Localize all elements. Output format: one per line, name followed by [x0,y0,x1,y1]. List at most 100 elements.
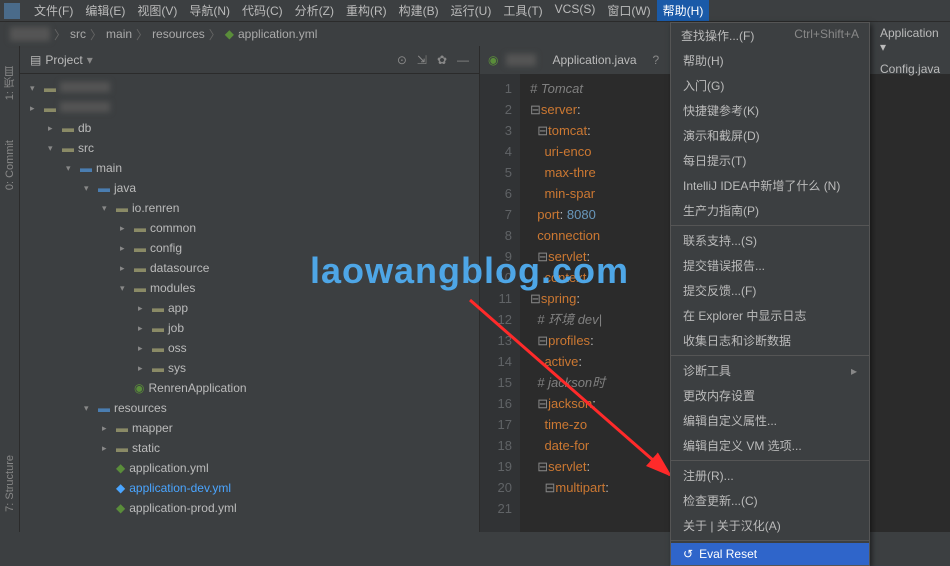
rail-structure[interactable]: 7: Structure [4,455,16,512]
menu-item[interactable]: 视图(V) [131,0,183,21]
folder-icon: ▬ [44,101,56,115]
tree-row[interactable]: ▾▬ [20,78,479,98]
chevron-right-icon: 〉 [54,26,66,43]
help-item-label: 更改内存设置 [683,387,755,404]
help-item[interactable]: 提交错误报告... [671,253,869,278]
gear-icon[interactable]: ✿ [437,53,447,67]
chevron-down-icon[interactable]: ▾ [87,53,93,67]
tree-row[interactable]: ▸▬sys [20,358,479,378]
chevron-icon: ▸ [30,103,40,114]
folder-icon: ▬ [116,201,128,215]
menu-item[interactable]: 工具(T) [497,0,548,21]
tree-row[interactable]: ▸▬job [20,318,479,338]
folder-icon: ▬ [134,261,146,275]
chevron-icon: ▾ [102,203,112,214]
folder-icon: ▬ [152,301,164,315]
tree-label: oss [168,341,187,355]
tree-row[interactable]: ▾▬main [20,158,479,178]
menu-item[interactable]: 窗口(W) [601,0,656,21]
tree-row[interactable]: ▸▬app [20,298,479,318]
crumb[interactable]: resources [152,27,205,41]
tab-application[interactable]: Application.java [544,49,644,71]
menu-item[interactable]: 运行(U) [445,0,498,21]
help-item[interactable]: IntelliJ IDEA中新增了什么 (N) [671,173,869,198]
tree-label: db [78,121,91,135]
tree-label: resources [114,401,167,415]
tree-row[interactable]: ▸▬common [20,218,479,238]
help-search[interactable]: 查找操作...(F) [681,27,754,44]
help-item[interactable]: 编辑自定义 VM 选项... [671,433,869,458]
menu-item[interactable]: 代码(C) [236,0,289,21]
menu-item[interactable]: 导航(N) [183,0,236,21]
help-item[interactable]: 演示和截屏(D) [671,123,869,148]
breadcrumb-root [10,27,50,41]
rail-project[interactable]: 1: 项目 [2,66,18,100]
tree-row[interactable]: ▾▬src [20,138,479,158]
chevron-icon: ▸ [138,343,148,354]
rail-commit[interactable]: 0: Commit [4,140,16,190]
help-item[interactable]: 快捷键参考(K) [671,98,869,123]
help-item-label: 提交反馈...(F) [683,282,756,299]
help-item[interactable]: 收集日志和诊断数据 [671,328,869,353]
help-shortcut: Ctrl+Shift+A [794,27,859,44]
help-item[interactable]: 编辑自定义属性... [671,408,869,433]
tree-row[interactable]: ◆application.yml [20,458,479,478]
project-tree[interactable]: ▾▬▸▬▸▬db▾▬src▾▬main▾▬java▾▬io.renren▸▬co… [20,74,479,532]
tree-row[interactable]: ▸▬db [20,118,479,138]
folder-icon: ▬ [62,141,74,155]
help-item-label: 诊断工具 [683,362,731,379]
help-item-label: 关于 | 关于汉化(A) [683,517,781,534]
help-item-label: 注册(R)... [683,467,734,484]
help-item[interactable]: 联系支持...(S) [671,228,869,253]
help-item[interactable]: 在 Explorer 中显示日志 [671,303,869,328]
menu-item[interactable]: 文件(F) [28,0,79,21]
select-opened-icon[interactable]: ⊙ [397,53,407,67]
help-item[interactable]: 检查更新...(C) [671,488,869,513]
annotation-arrow [460,290,700,490]
tree-label: static [132,441,160,455]
tree-row[interactable]: ▾▬io.renren [20,198,479,218]
chevron-icon: ▾ [30,83,40,94]
menu-item[interactable]: 重构(R) [340,0,393,21]
run-icon[interactable]: ◉ [488,53,498,67]
folder-icon: ▬ [98,401,110,415]
crumb[interactable]: src [70,27,86,41]
tree-row[interactable]: ▸▬ [20,98,479,118]
help-icon[interactable]: ? [653,53,660,67]
menu-item[interactable]: VCS(S) [549,0,602,21]
help-eval-reset[interactable]: ↺Eval Reset [671,543,869,565]
help-item-label: 编辑自定义 VM 选项... [683,437,802,454]
menu-item[interactable]: 编辑(E) [79,0,131,21]
tree-row[interactable]: ◆application-dev.yml [20,478,479,498]
help-item[interactable]: 帮助(H) [671,48,869,73]
menu-item[interactable]: 分析(Z) [289,0,340,21]
crumb[interactable]: main [106,27,132,41]
expand-all-icon[interactable]: ⇲ [417,53,427,67]
chevron-right-icon: 〉 [136,26,148,43]
tree-row[interactable]: ▾▬resources [20,398,479,418]
tab-config[interactable]: Config.java [874,58,950,80]
help-item[interactable]: 提交反馈...(F) [671,278,869,303]
help-item[interactable]: 生产力指南(P) [671,198,869,223]
tab-dropdown[interactable]: Application ▾ [874,22,950,58]
help-item[interactable]: 每日提示(T) [671,148,869,173]
tree-row[interactable]: ◆application-prod.yml [20,498,479,518]
tree-row[interactable]: ▸▬static [20,438,479,458]
hide-icon[interactable]: — [457,53,469,67]
reset-icon: ↺ [683,547,693,561]
help-item[interactable]: 关于 | 关于汉化(A) [671,513,869,538]
tree-row[interactable]: ▸▬mapper [20,418,479,438]
help-item[interactable]: 更改内存设置 [671,383,869,408]
tree-row[interactable]: ◉RenrenApplication [20,378,479,398]
tree-label: app [168,301,188,315]
tree-row[interactable]: ▸▬oss [20,338,479,358]
folder-icon: ▬ [80,161,92,175]
menu-item[interactable]: 帮助(H) [657,0,710,21]
menu-item[interactable]: 构建(B) [393,0,445,21]
crumb[interactable]: application.yml [238,27,317,41]
tree-row[interactable]: ▾▬java [20,178,479,198]
help-item[interactable]: 诊断工具▸ [671,358,869,383]
help-item[interactable]: 入门(G) [671,73,869,98]
app-logo-icon [4,3,20,19]
help-item[interactable]: 注册(R)... [671,463,869,488]
